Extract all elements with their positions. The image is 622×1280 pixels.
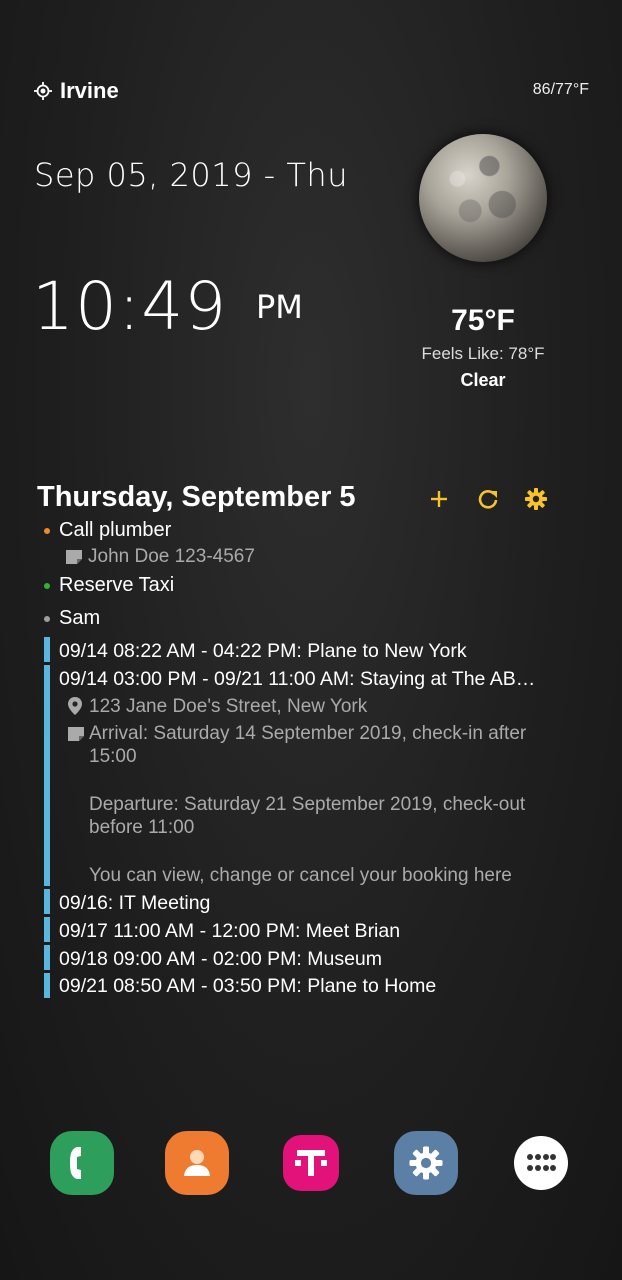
task-label: Reserve Taxi bbox=[59, 574, 175, 596]
refresh-icon bbox=[478, 490, 498, 509]
weather-condition: Clear bbox=[460, 370, 506, 390]
date-display[interactable]: Sep 05, 2019 - Thu bbox=[34, 156, 348, 194]
event-note-line: 15:00 bbox=[89, 746, 137, 767]
task-note: John Doe 123-4567 bbox=[66, 546, 255, 568]
agenda-title[interactable]: Thursday, September 5 bbox=[37, 481, 356, 514]
location-pin-icon bbox=[68, 697, 82, 715]
event-item[interactable]: 09/16: IT Meeting bbox=[59, 892, 210, 915]
task-color-dot bbox=[44, 582, 50, 589]
event-color-bar bbox=[44, 917, 50, 942]
event-item[interactable]: 09/18 09:00 AM - 02:00 PM: Museum bbox=[59, 948, 382, 971]
ampm-indicator: PM bbox=[256, 288, 303, 326]
task-item[interactable]: Reserve Taxi bbox=[44, 574, 174, 597]
event-item[interactable]: 09/17 11:00 AM - 12:00 PM: Meet Brian bbox=[59, 920, 400, 943]
phone-app-button[interactable] bbox=[50, 1131, 114, 1195]
event-note-line: You can view, change or cancel your book… bbox=[89, 865, 512, 886]
event-note-line: Departure: Saturday 21 September 2019, c… bbox=[89, 794, 526, 815]
task-note-text: John Doe 123-4567 bbox=[88, 546, 255, 567]
location-crosshair-icon bbox=[34, 82, 52, 100]
event-location: 123 Jane Doe's Street, New York bbox=[89, 696, 368, 717]
contacts-icon bbox=[184, 1150, 210, 1176]
task-color-dot bbox=[44, 527, 50, 534]
location[interactable]: Irvine bbox=[34, 78, 119, 104]
event-note-line: Arrival: Saturday 14 September 2019, che… bbox=[89, 723, 527, 744]
t-mobile-app-button[interactable] bbox=[283, 1135, 339, 1191]
event-item[interactable]: 09/14 08:22 AM - 04:22 PM: Plane to New … bbox=[59, 640, 467, 663]
event-note-line: before 11:00 bbox=[89, 817, 195, 838]
note-icon bbox=[66, 550, 82, 564]
app-drawer-button[interactable] bbox=[514, 1136, 568, 1190]
task-item[interactable]: Sam bbox=[44, 607, 100, 630]
settings-icon bbox=[409, 1146, 443, 1180]
current-temperature: 75°F bbox=[451, 304, 515, 337]
event-item[interactable]: 09/21 08:50 AM - 03:50 PM: Plane to Home bbox=[59, 975, 436, 998]
event-color-bar bbox=[44, 889, 50, 914]
event-item[interactable]: 09/14 03:00 PM - 09/21 11:00 AM: Staying… bbox=[59, 668, 535, 691]
hi-lo-temperature: 86/77°F bbox=[532, 81, 589, 98]
task-label: Sam bbox=[59, 607, 101, 629]
moon-weather-icon[interactable] bbox=[419, 134, 547, 262]
feels-like: Feels Like: 78°F bbox=[421, 344, 545, 363]
task-color-dot bbox=[44, 615, 50, 622]
location-name: Irvine bbox=[60, 78, 119, 103]
add-event-button[interactable] bbox=[424, 484, 454, 514]
agenda-settings-button[interactable] bbox=[521, 484, 551, 514]
task-label: Call plumber bbox=[59, 519, 172, 541]
refresh-button[interactable] bbox=[473, 484, 503, 514]
gear-icon bbox=[525, 488, 547, 510]
note-icon bbox=[68, 727, 84, 741]
phone-icon bbox=[70, 1147, 81, 1179]
event-color-bar bbox=[44, 665, 50, 886]
task-item[interactable]: Call plumber bbox=[44, 519, 171, 542]
app-drawer-icon bbox=[527, 1154, 556, 1171]
settings-app-button[interactable] bbox=[394, 1131, 458, 1195]
time-display[interactable]: 10:49 bbox=[32, 268, 227, 345]
event-color-bar bbox=[44, 973, 50, 998]
t-mobile-icon bbox=[295, 1150, 327, 1176]
plus-icon bbox=[431, 491, 447, 507]
contacts-app-button[interactable] bbox=[165, 1131, 229, 1195]
event-color-bar bbox=[44, 945, 50, 970]
event-color-bar bbox=[44, 637, 50, 662]
